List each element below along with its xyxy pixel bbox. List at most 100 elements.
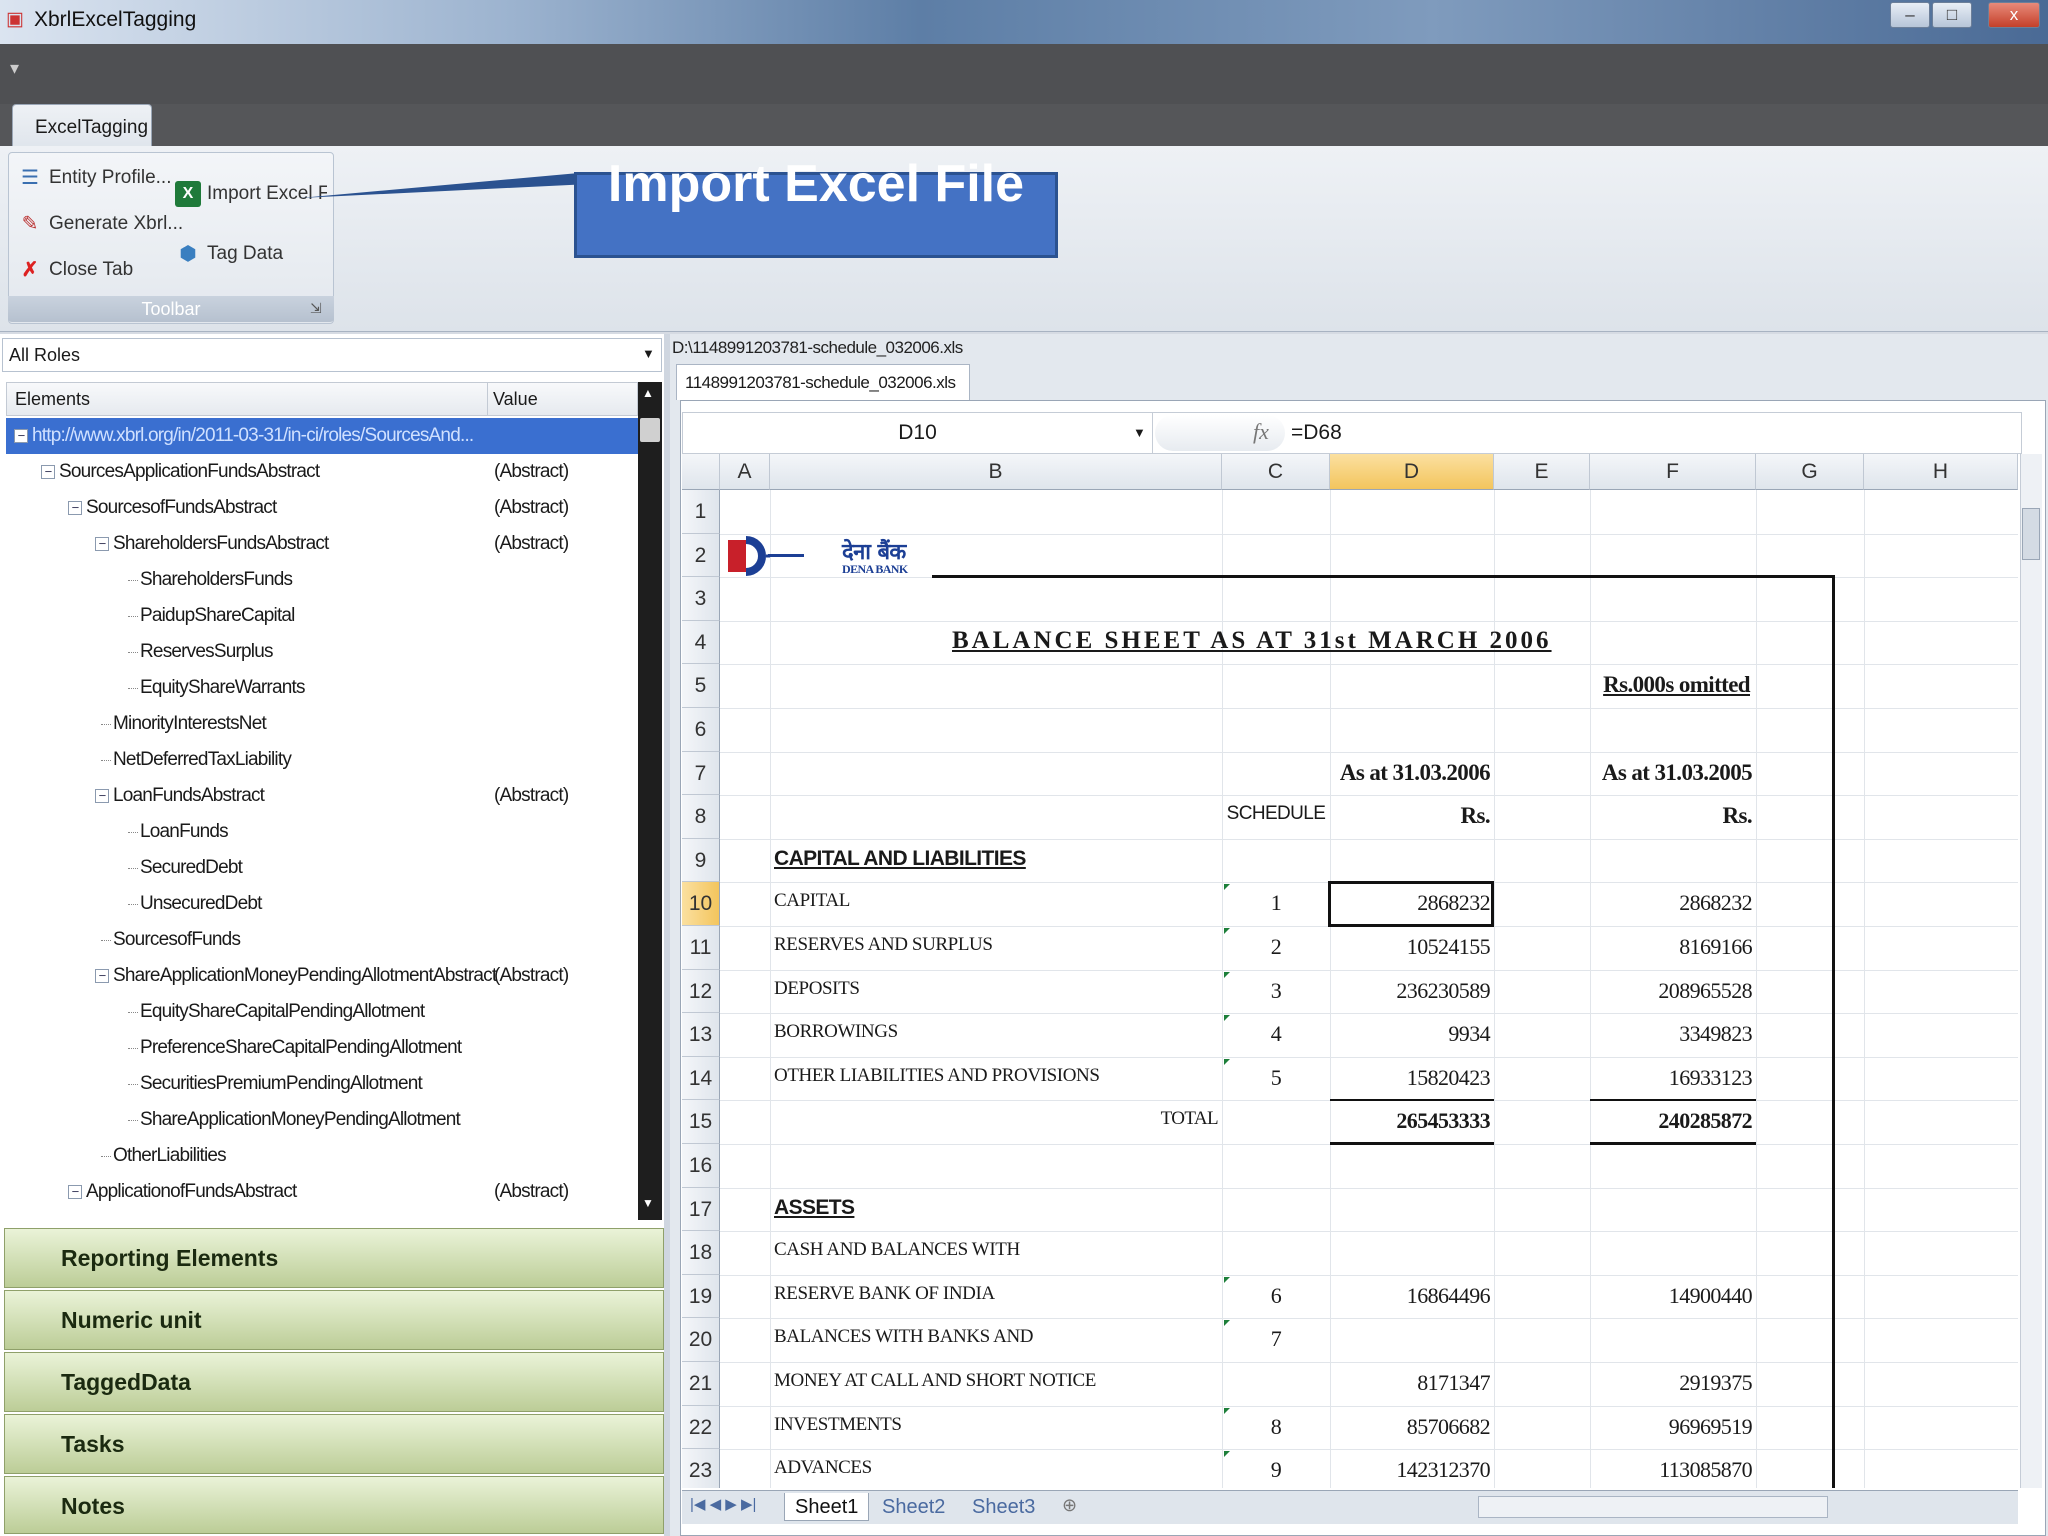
tree-node[interactable]: PaidupShareCapital: [6, 598, 638, 634]
row-header[interactable]: 18: [682, 1231, 720, 1275]
maximize-button[interactable]: □: [1932, 2, 1972, 28]
collapse-toggle-icon[interactable]: −: [68, 501, 82, 515]
close-window-button[interactable]: x: [1988, 2, 2040, 28]
collapse-toggle-icon[interactable]: −: [95, 789, 109, 803]
row-header[interactable]: 22: [682, 1405, 720, 1450]
tree-node[interactable]: − http://www.xbrl.org/in/2011-03-31/in-ci…: [6, 418, 638, 454]
dropdown-arrow-icon[interactable]: ▼: [642, 346, 655, 361]
tree-node[interactable]: LoanFunds: [6, 814, 638, 850]
row-header[interactable]: 6: [682, 708, 720, 752]
column-header-elements[interactable]: Elements: [15, 389, 90, 410]
function-icon[interactable]: fx: [1253, 419, 1269, 445]
column-header-value[interactable]: Value: [493, 389, 538, 410]
tab-exceltagging[interactable]: ExcelTagging: [12, 104, 152, 148]
tag-data-button[interactable]: ⬢ Tag Data: [175, 237, 283, 271]
row-header[interactable]: 12: [682, 969, 720, 1014]
tree-node[interactable]: ShareApplicationMoneyPendingAllotment: [6, 1102, 638, 1138]
spreadsheet-grid[interactable]: A B C D E F G H 1 2 3 4 5 6 7 8 9 10 11 12 13 14 15 16 17 18 19 20 2…: [682, 454, 2018, 1488]
tree-node[interactable]: SecuredDebt: [6, 850, 638, 886]
name-box-dropdown-icon[interactable]: ▼: [1133, 425, 1146, 440]
column-header-a[interactable]: A: [720, 454, 770, 490]
insert-sheet-icon[interactable]: ⊕: [1062, 1495, 1077, 1516]
row-header[interactable]: 3: [682, 577, 720, 621]
sheet-tab-sheet2[interactable]: Sheet2: [872, 1493, 955, 1521]
column-header-e[interactable]: E: [1494, 454, 1590, 490]
row-header[interactable]: 14: [682, 1056, 720, 1101]
row-header[interactable]: 13: [682, 1013, 720, 1057]
row-header[interactable]: 7: [682, 751, 720, 796]
entity-profile-button[interactable]: ☰ Entity Profile...: [17, 161, 171, 195]
collapse-toggle-icon[interactable]: −: [95, 969, 109, 983]
column-divider[interactable]: [487, 383, 488, 415]
vertical-scrollbar-thumb[interactable]: [2022, 508, 2040, 560]
tree-node[interactable]: EquityShareWarrants: [6, 670, 638, 706]
tree-node[interactable]: − SourcesApplicationFundsAbstract (Abstrac…: [6, 454, 638, 490]
row-header[interactable]: 10: [682, 882, 720, 926]
row-header[interactable]: 5: [682, 664, 720, 708]
tree-node[interactable]: UnsecuredDebt: [6, 886, 638, 922]
tree-scrollbar-thumb[interactable]: [640, 418, 660, 442]
tree-node[interactable]: EquityShareCapitalPendingAllotment: [6, 994, 638, 1030]
collapse-toggle-icon[interactable]: −: [95, 537, 109, 551]
roles-dropdown[interactable]: All Roles: [2, 338, 662, 372]
close-tab-button[interactable]: ✗ Close Tab: [17, 253, 134, 287]
tree-node[interactable]: − ShareholdersFundsAbstract (Abstract): [6, 526, 638, 562]
tree-node[interactable]: OtherLiabilities: [6, 1138, 638, 1174]
tree-node[interactable]: − LoanFundsAbstract (Abstract): [6, 778, 638, 814]
row-header[interactable]: 15: [682, 1100, 720, 1144]
row-header[interactable]: 9: [682, 838, 720, 883]
collapse-toggle-icon[interactable]: −: [41, 465, 55, 479]
column-header-h[interactable]: H: [1864, 454, 2018, 490]
row-header[interactable]: 21: [682, 1362, 720, 1406]
name-box[interactable]: D10: [683, 413, 1153, 453]
nav-tasks[interactable]: Tasks: [4, 1414, 664, 1474]
tree-node[interactable]: − ApplicationofFundsAbstract (Abstract): [6, 1174, 638, 1210]
scroll-down-icon[interactable]: ▼: [642, 1196, 654, 1210]
tree-node[interactable]: ShareholdersFunds: [6, 562, 638, 598]
horizontal-scrollbar[interactable]: [1478, 1496, 1828, 1518]
select-all-corner[interactable]: [682, 454, 720, 490]
collapse-toggle-icon[interactable]: −: [68, 1185, 82, 1199]
sheet-nav-icon[interactable]: |◀ ◀ ▶ ▶|: [690, 1495, 756, 1513]
column-header-b[interactable]: B: [770, 454, 1222, 490]
vertical-scrollbar[interactable]: [2020, 454, 2042, 1488]
nav-tagged-data[interactable]: TaggedData: [4, 1352, 664, 1412]
row-header[interactable]: 17: [682, 1187, 720, 1232]
tree-node[interactable]: − SourcesofFundsAbstract (Abstract): [6, 490, 638, 526]
sheet-tab-sheet1[interactable]: Sheet1: [784, 1493, 870, 1521]
column-header-g[interactable]: G: [1756, 454, 1864, 490]
formula-input[interactable]: =D68: [1291, 421, 1342, 445]
row-header[interactable]: 8: [682, 795, 720, 839]
column-header-f[interactable]: F: [1590, 454, 1756, 490]
row-header[interactable]: 23: [682, 1449, 720, 1488]
collapse-toggle-icon[interactable]: −: [14, 429, 28, 443]
tree-scrollbar[interactable]: [638, 382, 662, 1220]
group-launcher-icon[interactable]: ⇲: [310, 300, 322, 317]
row-header[interactable]: 1: [682, 490, 720, 534]
tree-node[interactable]: SourcesofFunds: [6, 922, 638, 958]
nav-reporting-elements[interactable]: Reporting Elements: [4, 1228, 664, 1288]
active-cell[interactable]: [1328, 881, 1494, 927]
sheet-tab-sheet3[interactable]: Sheet3: [962, 1493, 1045, 1521]
tree-node[interactable]: MinorityInterestsNet: [6, 706, 638, 742]
nav-numeric-unit[interactable]: Numeric unit: [4, 1290, 664, 1350]
quick-access-dropdown-icon[interactable]: ▾: [10, 58, 19, 79]
tree-node[interactable]: NetDeferredTaxLiability: [6, 742, 638, 778]
row-header[interactable]: 16: [682, 1144, 720, 1188]
tree-node[interactable]: ReservesSurplus: [6, 634, 638, 670]
tree-node[interactable]: SecuritiesPremiumPendingAllotment: [6, 1066, 638, 1102]
tree-node[interactable]: PreferenceShareCapitalPendingAllotment: [6, 1030, 638, 1066]
nav-notes[interactable]: Notes: [4, 1476, 664, 1534]
row-header[interactable]: 19: [682, 1274, 720, 1319]
column-header-d[interactable]: D: [1330, 454, 1494, 490]
row-header[interactable]: 4: [682, 620, 720, 665]
generate-xbrl-button[interactable]: ✎ Generate Xbrl...: [17, 207, 184, 241]
scroll-up-icon[interactable]: ▲: [642, 386, 654, 400]
tree-node[interactable]: − ShareApplicationMoneyPendingAllotmentAb…: [6, 958, 638, 994]
file-tab[interactable]: 1148991203781-schedule_032006.xls: [676, 364, 970, 400]
row-header[interactable]: 2: [682, 533, 720, 578]
row-header[interactable]: 11: [682, 926, 720, 970]
row-header[interactable]: 20: [682, 1318, 720, 1362]
column-header-c[interactable]: C: [1222, 454, 1330, 490]
minimize-button[interactable]: –: [1890, 2, 1930, 28]
